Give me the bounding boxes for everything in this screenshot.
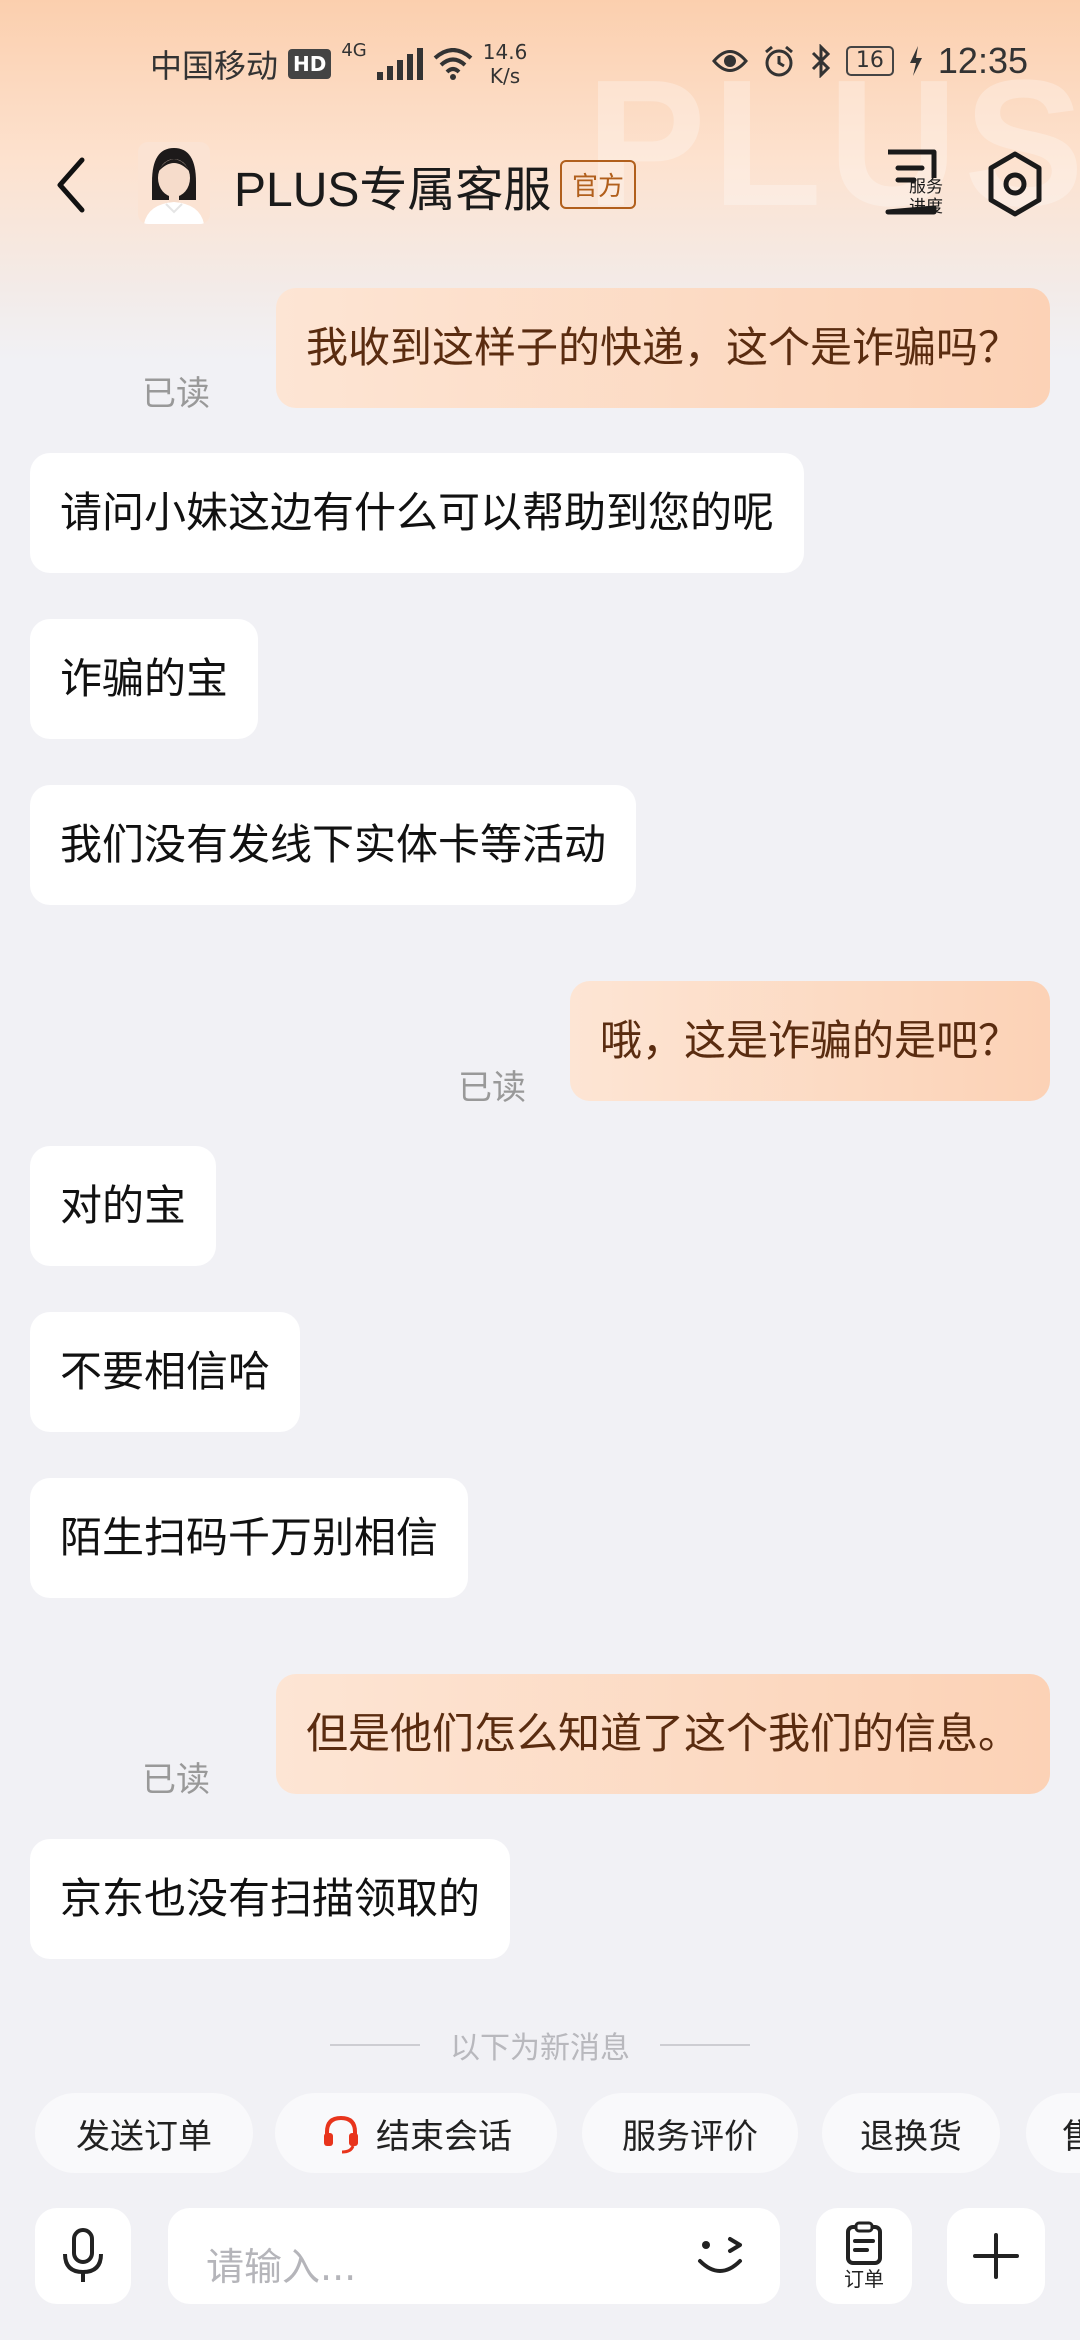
microphone-icon	[63, 2228, 103, 2282]
chat-title: PLUS专属客服	[234, 164, 552, 217]
wifi-icon	[433, 48, 473, 80]
received-message-bubble[interactable]: 陌生扫码千万别相信	[30, 1478, 469, 1598]
back-arrow-icon[interactable]	[48, 152, 98, 218]
divider-label: 以下为新消息	[450, 2031, 630, 2066]
new-messages-divider: 以下为新消息	[0, 2020, 1080, 2070]
chat-header: PLUS专属客服 官方 服务 进度	[0, 130, 1080, 240]
plus-icon	[973, 2233, 1019, 2279]
quick-action-rate-service[interactable]: 服务评价	[582, 2093, 798, 2173]
network-type: 4G	[341, 40, 367, 61]
agent-avatar[interactable]	[138, 142, 210, 224]
voice-button[interactable]	[35, 2208, 131, 2304]
carrier-name: 中国移动	[150, 47, 279, 85]
sent-message-bubble[interactable]: 我收到这样子的快递，这个是诈骗吗？	[275, 288, 1050, 408]
hd-badge: HD	[288, 49, 332, 79]
order-label: 订单	[844, 2266, 884, 2291]
input-placeholder: 请输入...	[206, 2245, 357, 2289]
message-input[interactable]: 请输入...	[168, 2208, 780, 2304]
read-receipt: 已读	[142, 1760, 210, 1800]
clock: 12:35	[937, 40, 1028, 81]
received-message-bubble[interactable]: 京东也没有扫描领取的	[30, 1839, 511, 1959]
service-progress-icon[interactable]: 服务 进度	[880, 148, 950, 220]
service-progress-text-2: 进度	[909, 197, 943, 217]
emoji-icon[interactable]	[694, 2231, 750, 2281]
received-message-bubble[interactable]: 对的宝	[30, 1146, 217, 1266]
bluetooth-icon	[811, 44, 831, 78]
read-receipt: 已读	[142, 374, 210, 414]
official-badge: 官方	[560, 160, 637, 209]
quick-action-end-session[interactable]: 结束会话	[275, 2093, 557, 2173]
received-message-bubble[interactable]: 不要相信哈	[30, 1312, 301, 1432]
signal-icon	[376, 48, 423, 80]
read-receipt: 已读	[458, 1068, 526, 1108]
headset-icon	[324, 2115, 358, 2154]
received-message-bubble[interactable]: 我们没有发线下实体卡等活动	[30, 785, 637, 905]
battery-indicator: 16	[845, 46, 894, 76]
input-bar: 请输入... 订单	[0, 2200, 1080, 2340]
sent-message-bubble[interactable]: 但是他们怎么知道了这个我们的信息。	[275, 1674, 1050, 1794]
order-button[interactable]: 订单	[816, 2208, 912, 2304]
charging-icon	[909, 46, 922, 76]
service-progress-text-1: 服务	[909, 177, 943, 197]
quick-action-send-order[interactable]: 发送订单	[35, 2093, 253, 2173]
received-message-bubble[interactable]: 诈骗的宝	[30, 619, 259, 739]
add-button[interactable]	[947, 2208, 1045, 2304]
status-bar: 中国移动 HD 4G 14.6 K/s 16 12:35	[0, 0, 1080, 130]
settings-icon[interactable]	[985, 150, 1045, 218]
alarm-icon	[764, 45, 793, 77]
eye-icon	[711, 50, 748, 72]
clipboard-icon	[846, 2221, 882, 2265]
network-speed: 14.6 K/s	[482, 40, 528, 88]
quick-action-return-exchange[interactable]: 退换货	[822, 2093, 1000, 2173]
sent-message-bubble[interactable]: 哦，这是诈骗的是吧？	[569, 981, 1050, 1101]
received-message-bubble[interactable]: 请问小妹这边有什么可以帮助到您的呢	[30, 453, 805, 573]
quick-action-after-sales[interactable]: 售	[1026, 2093, 1080, 2173]
